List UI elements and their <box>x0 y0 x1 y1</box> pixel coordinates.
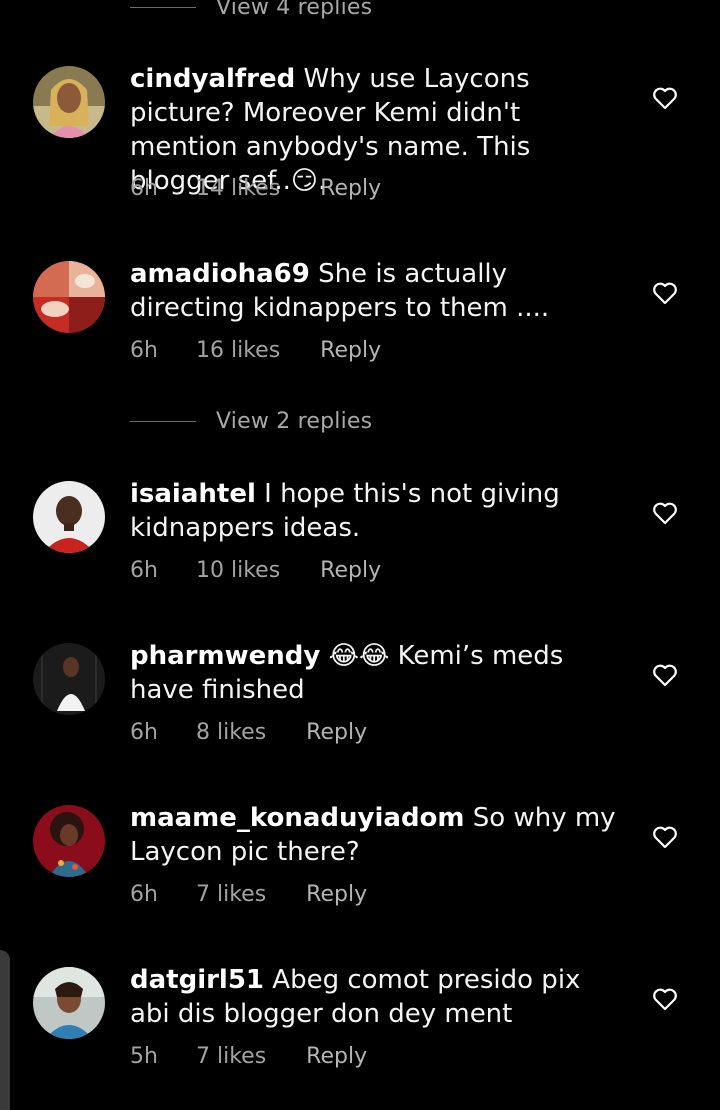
heart-outline-icon[interactable] <box>652 86 678 110</box>
username[interactable]: maame_konaduyiadom <box>130 803 465 833</box>
comment-meta: 6h 14 likes Reply <box>130 176 381 201</box>
heart-outline-icon[interactable] <box>652 501 678 525</box>
view-replies-link-top[interactable]: View 4 replies <box>130 0 372 22</box>
reply-button[interactable]: Reply <box>320 176 381 201</box>
reply-button[interactable]: Reply <box>320 558 381 583</box>
likes-count[interactable]: 16 likes <box>196 338 280 363</box>
comment-time: 6h <box>130 720 158 745</box>
heart-outline-icon[interactable] <box>652 281 678 305</box>
comment-meta: 5h 7 likes Reply <box>130 1044 367 1069</box>
woman-portrait-avatar <box>33 66 105 138</box>
avatar[interactable] <box>33 481 105 553</box>
reply-button[interactable]: Reply <box>306 720 367 745</box>
likes-count[interactable]: 14 likes <box>196 176 280 201</box>
avatar[interactable] <box>33 805 105 877</box>
comment-meta: 6h 16 likes Reply <box>130 338 381 363</box>
avatar[interactable] <box>33 261 105 333</box>
username[interactable]: isaiahtel <box>130 479 256 509</box>
comment-time: 6h <box>130 338 158 363</box>
username[interactable]: datgirl51 <box>130 965 264 995</box>
divider-line <box>130 6 196 8</box>
comment-time: 6h <box>130 882 158 907</box>
reply-button[interactable]: Reply <box>306 882 367 907</box>
comment-meta: 6h 10 likes Reply <box>130 558 381 583</box>
heart-outline-icon[interactable] <box>652 825 678 849</box>
comment-meta: 6h 8 likes Reply <box>130 720 367 745</box>
man-portrait-avatar <box>33 481 105 553</box>
view-replies-label: View 2 replies <box>216 408 373 434</box>
heart-outline-icon[interactable] <box>652 987 678 1011</box>
woman-afro-avatar <box>33 805 105 877</box>
comment-body: datgirl51 Abeg comot presido pix abi dis… <box>130 963 620 1031</box>
heart-outline-icon[interactable] <box>652 663 678 687</box>
likes-count[interactable]: 10 likes <box>196 558 280 583</box>
woman-selfie-avatar <box>33 967 105 1039</box>
reply-button[interactable]: Reply <box>306 1044 367 1069</box>
likes-count[interactable]: 7 likes <box>196 882 266 907</box>
comment-time: 6h <box>130 558 158 583</box>
username[interactable]: amadioha69 <box>130 259 310 289</box>
edge-swipe-handle[interactable] <box>0 950 10 1110</box>
avatar[interactable] <box>33 66 105 138</box>
divider-line <box>130 420 196 422</box>
woman-white-dress-avatar <box>33 643 105 715</box>
comment-meta: 6h 7 likes Reply <box>130 882 367 907</box>
comment-time: 6h <box>130 176 158 201</box>
comment-body: isaiahtel I hope this's not giving kidna… <box>130 477 620 545</box>
comment-time: 5h <box>130 1044 158 1069</box>
comment-body: pharmwendy 😂😂 Kemi’s meds have finished <box>130 639 620 707</box>
avatar[interactable] <box>33 643 105 715</box>
comment-body: amadioha69 She is actually directing kid… <box>130 257 620 325</box>
view-replies-label: View 4 replies <box>216 0 373 20</box>
reply-button[interactable]: Reply <box>320 338 381 363</box>
likes-count[interactable]: 7 likes <box>196 1044 266 1069</box>
likes-count[interactable]: 8 likes <box>196 720 266 745</box>
view-replies-link[interactable]: View 2 replies <box>130 406 372 436</box>
collage-avatar <box>33 261 105 333</box>
username[interactable]: pharmwendy <box>130 641 320 671</box>
avatar[interactable] <box>33 967 105 1039</box>
username[interactable]: cindyalfred <box>130 64 295 94</box>
comment-body: maame_konaduyiadom So why my Laycon pic … <box>130 801 620 869</box>
